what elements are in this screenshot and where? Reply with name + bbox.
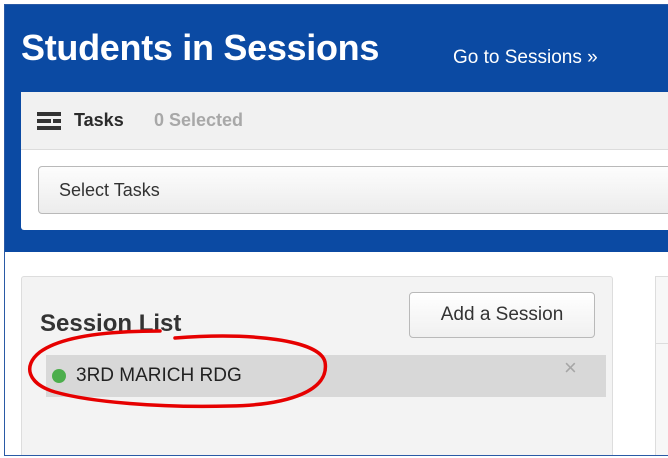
selected-count: 0 Selected — [154, 110, 244, 130]
header-banner: Students in Sessions Go to Sessions » Ta… — [5, 5, 668, 252]
add-session-button[interactable]: Add a Session — [409, 292, 595, 338]
close-icon[interactable]: × — [564, 357, 577, 379]
select-tasks-dropdown[interactable]: Select Tasks — [38, 166, 668, 214]
status-dot-icon — [52, 369, 66, 383]
list-icon — [37, 112, 61, 135]
divider — [656, 343, 668, 344]
page-frame: Students in Sessions Go to Sessions » Ta… — [4, 4, 668, 456]
session-list-item[interactable]: 3RD MARICH RDG × — [46, 355, 606, 397]
page-title: Students in Sessions — [21, 27, 380, 68]
tasks-panel: Tasks 0 Selected Select Tasks — [21, 92, 668, 230]
select-tasks-label: Select Tasks — [59, 180, 160, 200]
tasks-header: Tasks 0 Selected — [21, 92, 668, 150]
session-name: 3RD MARICH RDG — [76, 365, 242, 386]
session-list-title: Session List — [40, 310, 182, 337]
right-panel — [655, 276, 668, 455]
tasks-label: Tasks — [74, 110, 124, 130]
go-to-sessions-link[interactable]: Go to Sessions » — [453, 47, 598, 69]
session-list-panel: Session List Add a Session 3RD MARICH RD… — [21, 276, 613, 455]
